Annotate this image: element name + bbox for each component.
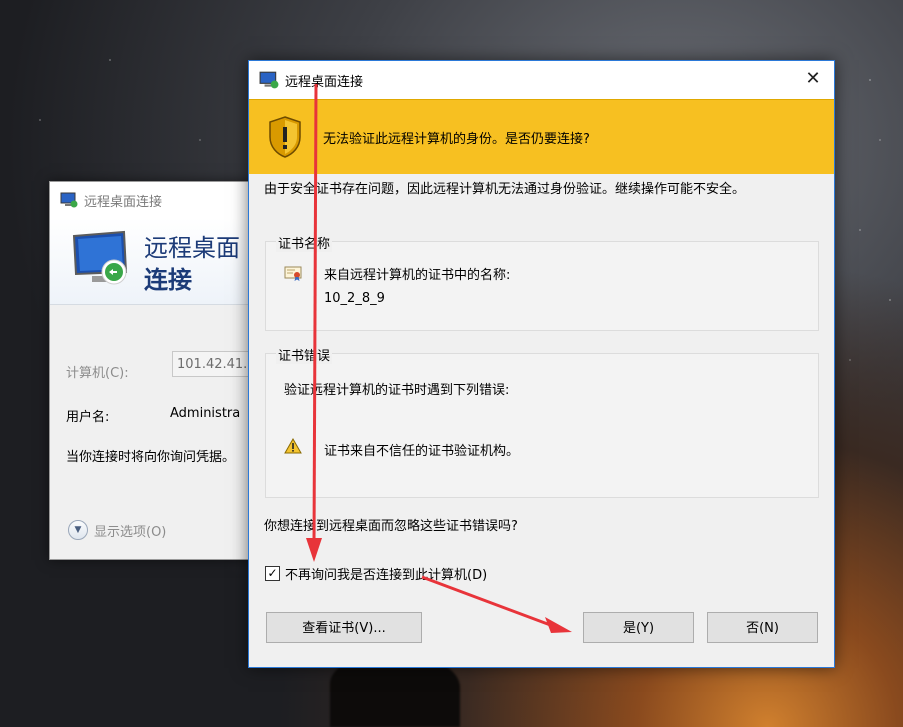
cert-name-legend: 证书名称 [276,233,333,252]
intro-text: 由于安全证书存在问题，因此远程计算机无法通过身份验证。继续操作可能不安全。 [264,182,746,197]
certificate-warning-dialog: 远程桌面连接 ✕ 无法验证此远程计算机的身份。是否仍要连接? 由于安全证书存在问… [248,60,835,668]
warning-text: 无法验证此远程计算机的身份。是否仍要连接? [323,131,590,147]
rdc-background-window: 远程桌面连接 远程桌面 连接 计算机(C): 101.42.41. 用户名: A… [49,181,262,560]
background-titlebar: 远程桌面连接 [50,182,255,218]
cert-name-label: 来自远程计算机的证书中的名称: [324,268,511,283]
cert-name-group: 证书名称 来自远程计算机的证书中的名称: 10_2_8_9 [265,233,819,331]
checkbox-check-icon[interactable]: ✓ [265,566,280,581]
dont-ask-label: 不再询问我是否连接到此计算机(D) [285,568,488,583]
dialog-title: 远程桌面连接 [285,74,364,90]
cert-error-text: 证书来自不信任的证书验证机构。 [324,444,520,459]
computer-label: 计算机(C): [66,366,129,381]
cert-name-value: 10_2_8_9 [324,291,385,306]
cert-error-label: 验证远程计算机的证书时遇到下列错误: [284,383,510,398]
show-options-label: 显示选项(O) [94,524,167,540]
show-options-button[interactable]: ▼ 显示选项(O) [68,520,166,540]
cert-error-group: 证书错误 验证远程计算机的证书时遇到下列错误: 证书来自不信任的证书验证机构。 [265,345,819,498]
remote-desktop-icon [259,71,279,89]
credentials-hint: 当你连接时将向你询问凭据。 [66,450,236,465]
remote-desktop-monitor-icon [72,230,128,285]
username-label: 用户名: [66,410,110,425]
cert-error-legend: 证书错误 [276,345,333,364]
warning-shield-icon [269,116,301,158]
view-certificate-button[interactable]: 查看证书(V)... [266,612,422,643]
banner-title: 远程桌面 连接 [144,234,240,294]
username-value: Administra [170,406,241,421]
background-banner: 远程桌面 连接 [50,218,255,305]
close-icon[interactable]: ✕ [804,70,822,88]
dont-ask-checkbox[interactable]: ✓ 不再询问我是否连接到此计算机(D) [265,564,487,583]
dialog-titlebar: 远程桌面连接 ✕ [249,61,834,99]
warning-triangle-icon [284,438,302,454]
no-button[interactable]: 否(N) [707,612,818,643]
remote-desktop-icon [60,192,78,208]
warning-banner: 无法验证此远程计算机的身份。是否仍要连接? [249,99,834,174]
background-title: 远程桌面连接 [84,194,163,210]
connect-question: 你想连接到远程桌面而忽略这些证书错误吗? [264,519,518,534]
chevron-down-icon: ▼ [68,520,88,540]
certificate-icon [284,266,302,281]
yes-button[interactable]: 是(Y) [583,612,694,643]
